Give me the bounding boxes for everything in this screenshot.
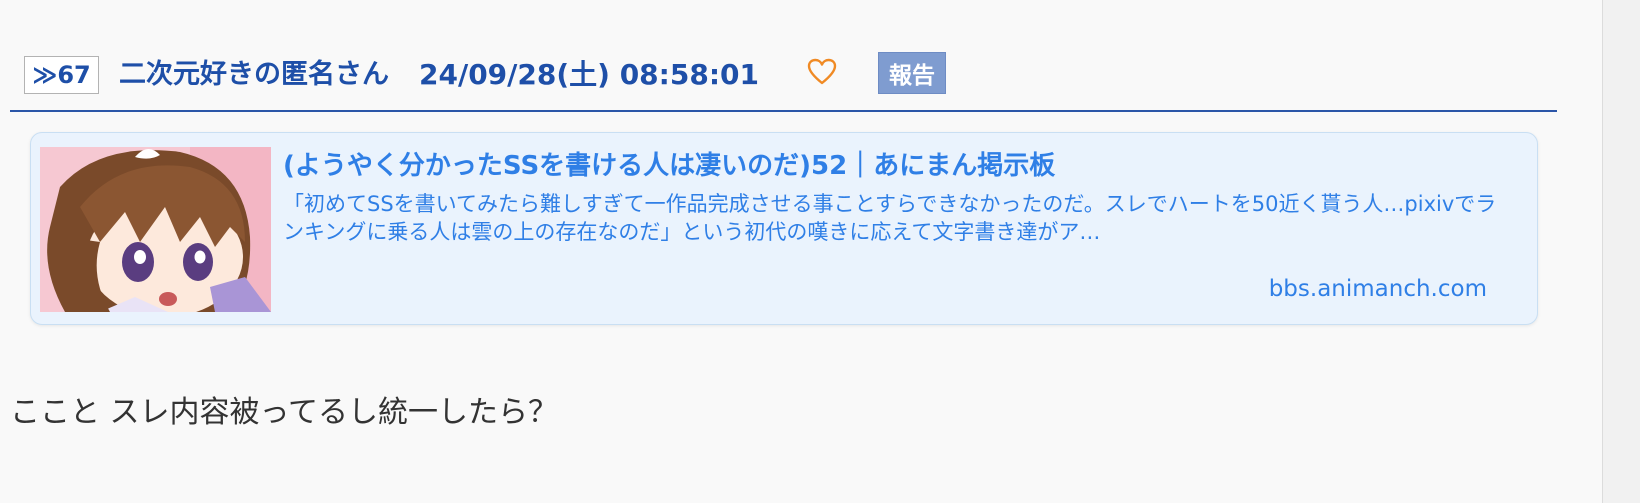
scrollbar[interactable] [1602, 0, 1640, 503]
reply-number-link[interactable]: ≫67 [24, 56, 99, 94]
link-preview-card[interactable]: (ようやく分かったSSを書ける人は凄いのだ)52｜あにまん掲示板 「初めてSSを… [30, 132, 1538, 325]
thumbnail-image [40, 147, 271, 312]
link-card-description: 「初めてSSを書いてみたら難しすぎて一作品完成させる事ことすらできなかったのだ。… [283, 192, 1497, 244]
post-body: ここと スレ内容被ってるし統一したら？ [10, 395, 559, 430]
link-card-domain: bbs.animanch.com [1268, 276, 1487, 302]
report-button[interactable]: 報告 [878, 52, 946, 94]
author-name: 二次元好きの匿名さん [119, 59, 389, 90]
post-date: 24/09/28(土) 08:58:01 [419, 58, 759, 91]
heart-icon[interactable] [806, 56, 838, 88]
link-card-title[interactable]: (ようやく分かったSSを書ける人は凄いのだ)52｜あにまん掲示板 [283, 145, 1055, 182]
post-header: ≫67 二次元好きの匿名さん 24/09/28(土) 08:58:01 報告 [10, 52, 1557, 112]
